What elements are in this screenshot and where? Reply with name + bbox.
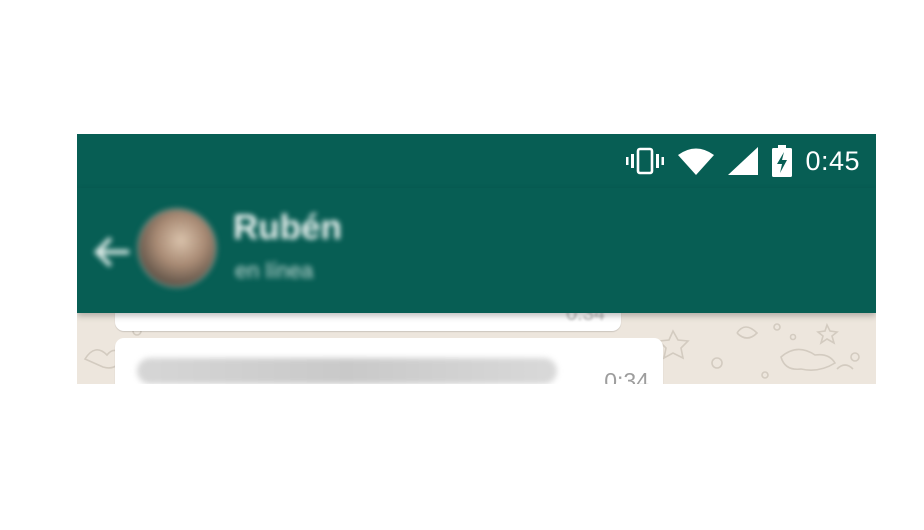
contact-name: Rubén xyxy=(233,208,342,247)
back-arrow-icon[interactable] xyxy=(91,232,131,272)
battery-charging-icon xyxy=(771,145,793,177)
avatar[interactable] xyxy=(137,208,217,288)
vibrate-icon xyxy=(625,146,665,176)
message-bubble[interactable]: 0:34 xyxy=(115,313,621,331)
status-clock: 0:45 xyxy=(805,145,860,176)
chat-messages[interactable]: 0:34 0:34 xyxy=(77,313,876,384)
blurred-message-text xyxy=(137,358,557,384)
message-bubble[interactable]: 0:34 xyxy=(115,338,663,384)
contact-status: en línea xyxy=(235,258,314,283)
status-bar: 0:45 xyxy=(77,134,876,188)
status-icons: 0:45 xyxy=(625,134,860,188)
chat-screen: 0:45 Rubén en línea 0:34 0:34 xyxy=(77,134,876,384)
message-time: 0:34 xyxy=(604,368,649,384)
wifi-icon xyxy=(677,146,715,176)
cellular-signal-icon xyxy=(727,146,759,176)
chat-toolbar: Rubén en línea xyxy=(77,188,876,313)
message-time: 0:34 xyxy=(566,313,605,325)
